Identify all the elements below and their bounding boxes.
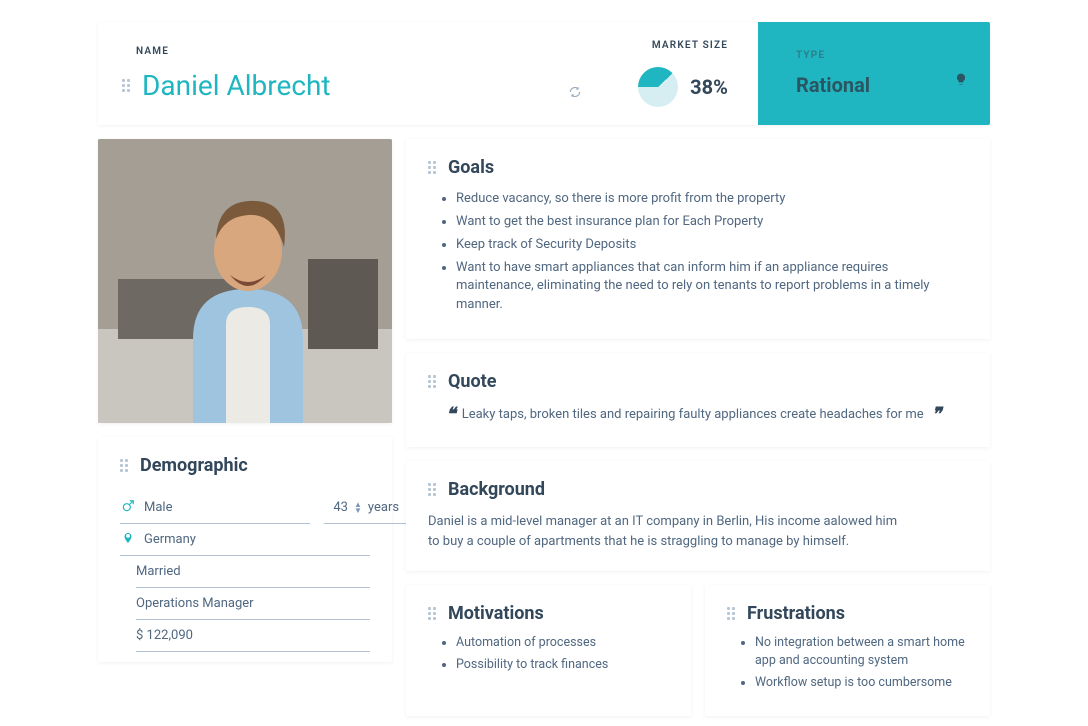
drag-handle-icon[interactable] — [428, 605, 438, 623]
quote-text: Leaky taps, broken tiles and repairing f… — [462, 407, 924, 422]
drag-handle-icon[interactable] — [428, 373, 438, 391]
quote-card: Quote ❝ Leaky taps, broken tiles and rep… — [406, 353, 990, 447]
name-cell: NAME Daniel Albrecht — [98, 22, 608, 125]
list-item: Workflow setup is too cumbersome — [755, 674, 968, 692]
location-pin-icon — [120, 531, 136, 549]
list-item: Keep track of Security Deposits — [456, 236, 968, 255]
demographic-title: Demographic — [140, 455, 248, 476]
background-text: Daniel is a mid-level manager at an IT c… — [428, 512, 908, 551]
list-item: Reduce vacancy, so there is more profit … — [456, 190, 968, 209]
background-title: Background — [448, 479, 545, 500]
list-item: Want to have smart appliances that can i… — [456, 259, 968, 316]
motivations-card: Motivations Automation of processes Poss… — [406, 585, 691, 716]
age-unit: years — [368, 500, 399, 515]
frustrations-title: Frustrations — [747, 603, 845, 624]
goals-card: Goals Reduce vacancy, so there is more p… — [406, 139, 990, 339]
type-cell[interactable]: TYPE Rational — [758, 22, 990, 125]
drag-handle-icon[interactable] — [428, 481, 438, 499]
list-item: No integration between a smart home app … — [755, 634, 968, 670]
market-size-pie-icon — [638, 67, 678, 107]
persona-name[interactable]: Daniel Albrecht — [142, 69, 331, 102]
demographic-card: Demographic ▲▼ years — [98, 437, 392, 662]
background-card: Background Daniel is a mid-level manager… — [406, 461, 990, 571]
age-input[interactable] — [324, 500, 348, 515]
quote-open-icon: ❝ — [446, 404, 454, 425]
income-input[interactable] — [136, 628, 370, 643]
marital-input[interactable] — [136, 564, 370, 579]
drag-handle-icon[interactable] — [727, 605, 737, 623]
motivations-list: Automation of processes Possibility to t… — [428, 634, 669, 674]
age-field[interactable]: ▲▼ years — [324, 492, 412, 524]
goals-list: Reduce vacancy, so there is more profit … — [428, 190, 968, 315]
stepper-icon[interactable]: ▲▼ — [354, 502, 362, 514]
motivations-title: Motivations — [448, 603, 544, 624]
job-input[interactable] — [136, 596, 370, 611]
marital-field[interactable] — [136, 556, 370, 588]
lightbulb-icon — [954, 70, 968, 88]
drag-handle-icon[interactable] — [428, 159, 438, 177]
type-value: Rational — [782, 73, 966, 97]
goals-title: Goals — [448, 157, 494, 178]
drag-handle-icon[interactable] — [122, 76, 132, 94]
type-label: TYPE — [782, 50, 966, 61]
sync-icon[interactable] — [568, 85, 582, 99]
job-field[interactable] — [136, 588, 370, 620]
frustrations-list: No integration between a smart home app … — [727, 634, 968, 692]
market-size-cell: MARKET SIZE 38% — [608, 22, 758, 125]
list-item: Possibility to track finances — [456, 656, 669, 674]
quote-close-icon: ❞ — [932, 404, 940, 425]
persona-header: NAME Daniel Albrecht MARKET SIZE 38% TYP… — [98, 22, 990, 125]
name-label: NAME — [122, 46, 584, 57]
market-size-value: 38% — [690, 75, 728, 99]
market-size-label: MARKET SIZE — [638, 40, 728, 51]
country-input[interactable] — [144, 532, 370, 547]
list-item: Want to get the best insurance plan for … — [456, 213, 968, 232]
gender-input[interactable] — [144, 500, 310, 515]
list-item: Automation of processes — [456, 634, 669, 652]
male-icon — [120, 499, 136, 517]
frustrations-card: Frustrations No integration between a sm… — [705, 585, 990, 716]
persona-photo[interactable] — [98, 139, 392, 423]
drag-handle-icon[interactable] — [120, 457, 130, 475]
income-field[interactable] — [136, 620, 370, 652]
gender-field[interactable] — [120, 492, 310, 524]
quote-title: Quote — [448, 371, 496, 392]
country-field[interactable] — [120, 524, 370, 556]
